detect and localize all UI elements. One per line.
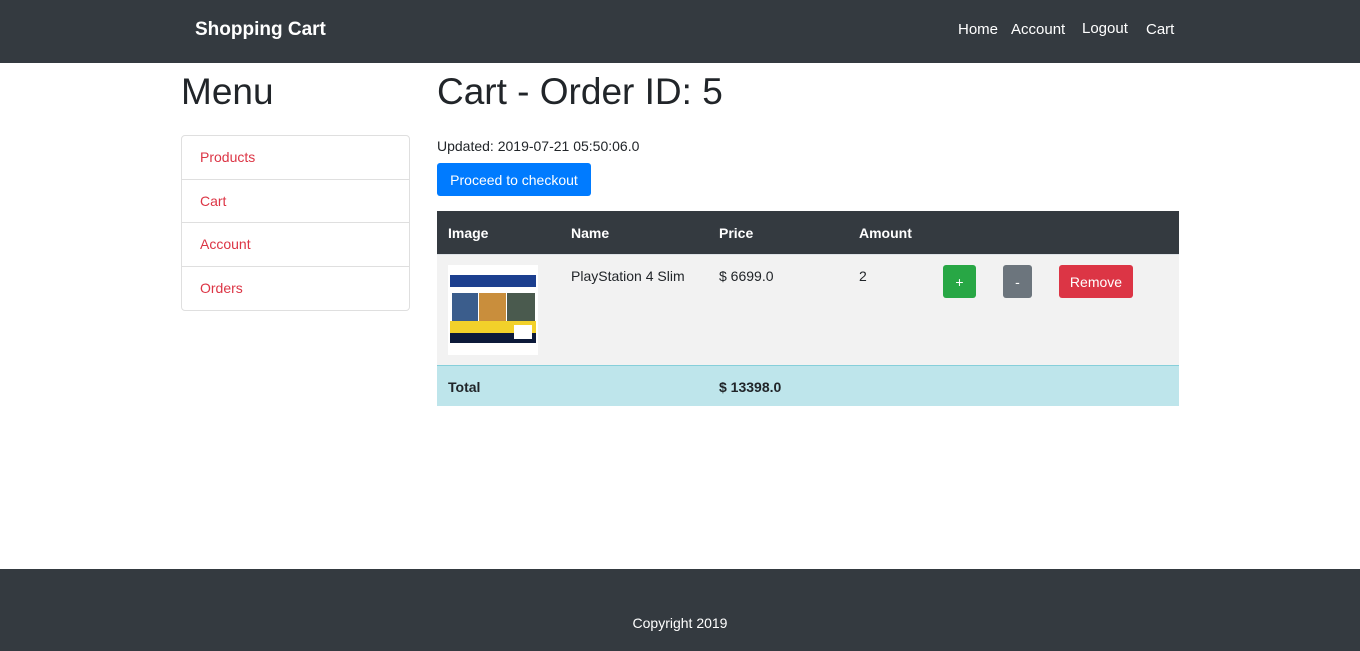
proceed-to-checkout-button[interactable]: Proceed to checkout <box>437 163 591 196</box>
navbar-links: Home Account Logout Cart <box>0 20 1360 43</box>
table-header: Image Name Price Amount <box>437 211 1179 254</box>
cart-table: Image Name Price Amount PlayStation 4 Sl… <box>437 211 1179 406</box>
page-title: Cart - Order ID: 5 <box>437 71 723 112</box>
header-price: Price <box>719 225 754 241</box>
nav-link-home[interactable]: Home <box>958 21 998 38</box>
product-amount: 2 <box>859 268 867 284</box>
top-navbar: Shopping Cart Home Account Logout Cart <box>0 0 1360 63</box>
header-name: Name <box>571 225 610 241</box>
decrease-quantity-button[interactable]: - <box>1003 265 1032 298</box>
total-label: Total <box>448 379 481 395</box>
sidebar-item-account[interactable]: Account <box>182 223 409 267</box>
copyright-text: Copyright 2019 <box>632 615 728 631</box>
nav-link-cart[interactable]: Cart <box>1146 21 1174 38</box>
nav-link-account[interactable]: Account <box>1011 21 1065 38</box>
ps4-box-art-icon <box>448 265 538 355</box>
updated-timestamp: Updated: 2019-07-21 05:50:06.0 <box>437 138 640 154</box>
product-image <box>448 265 538 355</box>
sidebar-menu: Products Cart Account Orders <box>181 135 410 311</box>
footer: Copyright 2019 <box>0 569 1360 651</box>
sidebar-item-orders[interactable]: Orders <box>182 267 409 311</box>
total-value: $ 13398.0 <box>719 379 782 395</box>
sidebar-title: Menu <box>181 71 274 112</box>
table-total-row: Total $ 13398.0 <box>437 365 1179 406</box>
product-price: $ 6699.0 <box>719 268 774 284</box>
header-amount: Amount <box>859 225 912 241</box>
header-image: Image <box>448 225 489 241</box>
sidebar-item-products[interactable]: Products <box>182 136 409 180</box>
table-row: PlayStation 4 Slim $ 6699.0 2 + - Remove <box>437 254 1179 365</box>
increase-quantity-button[interactable]: + <box>943 265 976 298</box>
remove-item-button[interactable]: Remove <box>1059 265 1133 298</box>
nav-link-logout[interactable]: Logout <box>1082 20 1128 37</box>
sidebar-item-cart[interactable]: Cart <box>182 180 409 223</box>
product-name: PlayStation 4 Slim <box>571 268 685 284</box>
